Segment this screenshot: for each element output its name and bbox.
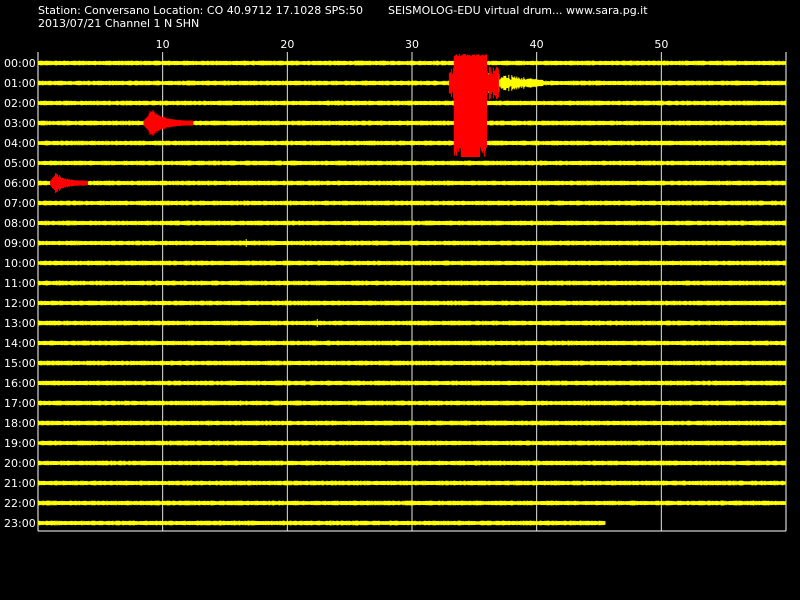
trace-1100 (37, 280, 787, 286)
trace-2000 (37, 460, 787, 466)
x-tick-label-40: 40 (530, 38, 544, 51)
seismograph-drum-chart: 10 20 30 40 50 00:00 01:00 02:00 03:00 04:00 05:00… (4, 38, 787, 532)
hour-label-1400: 14:00 (4, 337, 36, 350)
trace-1500 (37, 360, 787, 366)
seismograph-drum-page: Station: Conversano Location: CO 40.9712… (0, 0, 800, 600)
hour-label-0600: 06:00 (4, 177, 36, 190)
event-0300 (143, 110, 194, 136)
hour-label-0700: 07:00 (4, 197, 36, 210)
hour-label-1300: 13:00 (4, 317, 36, 330)
trace-1200 (37, 300, 787, 306)
hour-label-2200: 22:00 (4, 497, 36, 510)
hour-label-1700: 17:00 (4, 397, 36, 410)
trace-0700 (37, 200, 787, 206)
trace-0500 (37, 160, 787, 166)
event-0600 (49, 173, 88, 193)
hour-label-0400: 04:00 (4, 137, 36, 150)
hour-label-1800: 18:00 (4, 417, 36, 430)
hour-label-0100: 01:00 (4, 77, 36, 90)
trace-0100 (37, 80, 787, 86)
hour-label-0900: 09:00 (4, 237, 36, 250)
trace-0400 (37, 140, 787, 146)
trace-0800 (37, 220, 787, 226)
hour-label-2300: 23:00 (4, 517, 36, 530)
hour-label-1900: 19:00 (4, 437, 36, 450)
trace-1400 (37, 340, 787, 346)
hour-label-1500: 15:00 (4, 357, 36, 370)
x-tick-label-20: 20 (280, 38, 294, 51)
trace-1600 (37, 380, 787, 386)
trace-2200 (37, 500, 787, 506)
hour-label-0800: 08:00 (4, 217, 36, 230)
trace-1000 (37, 260, 787, 266)
hour-label-2000: 20:00 (4, 457, 36, 470)
trace-2100 (37, 480, 787, 486)
hour-label-0300: 03:00 (4, 117, 36, 130)
x-tick-label-30: 30 (405, 38, 419, 51)
trace-0000 (37, 60, 787, 66)
x-tick-label-10: 10 (156, 38, 170, 51)
hour-label-1600: 16:00 (4, 377, 36, 390)
x-tick-label-50: 50 (654, 38, 668, 51)
trace-1800 (37, 420, 787, 426)
trace-0900 (37, 240, 787, 246)
trace-0200 (37, 100, 787, 106)
trace-0600 (37, 180, 787, 186)
trace-2300 (37, 520, 606, 526)
trace-1300 (37, 320, 787, 326)
trace-1900 (37, 440, 787, 446)
hour-label-0500: 05:00 (4, 157, 36, 170)
hour-label-0000: 00:00 (4, 57, 36, 70)
hour-label-0200: 02:00 (4, 97, 36, 110)
hour-label-1200: 12:00 (4, 297, 36, 310)
hour-label-1100: 11:00 (4, 277, 36, 290)
hour-label-2100: 21:00 (4, 477, 36, 490)
hour-label-1000: 10:00 (4, 257, 36, 270)
trace-1700 (37, 400, 787, 406)
